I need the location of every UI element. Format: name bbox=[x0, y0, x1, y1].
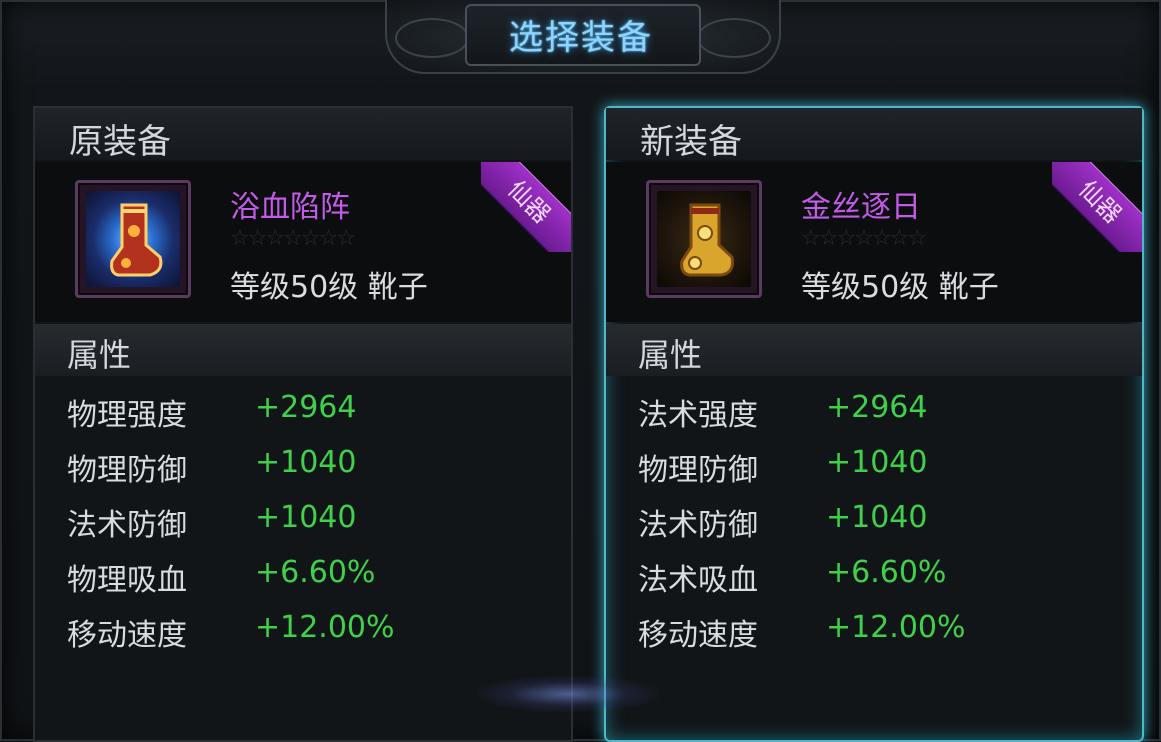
quality-ribbon: 仙器 bbox=[481, 162, 571, 252]
red-boot-icon bbox=[86, 191, 180, 287]
stat-row: 移动速度 +12.00% bbox=[35, 604, 571, 654]
stat-value: +6.60% bbox=[255, 555, 376, 590]
stat-row: 移动速度 +12.00% bbox=[606, 604, 1142, 654]
attributes-header: 属性 bbox=[606, 324, 1142, 376]
stat-row: 物理强度 +2964 bbox=[35, 384, 571, 434]
stat-name: 法术吸血 bbox=[638, 563, 758, 598]
stat-name: 法术强度 bbox=[638, 398, 758, 433]
gold-boot-icon bbox=[657, 191, 751, 287]
stat-row: 物理防御 +1040 bbox=[606, 439, 1142, 489]
star-rating: ☆☆☆☆☆☆☆ bbox=[230, 226, 356, 251]
attributes-title: 属性 bbox=[638, 336, 703, 374]
quality-ribbon: 仙器 bbox=[1052, 162, 1142, 252]
stat-value: +1040 bbox=[255, 445, 357, 480]
quality-tag: 仙器 bbox=[1052, 162, 1142, 252]
stat-name: 移动速度 bbox=[67, 618, 187, 653]
stat-row: 法术吸血 +6.60% bbox=[606, 549, 1142, 599]
stat-name: 法术防御 bbox=[638, 508, 758, 543]
stat-value: +1040 bbox=[826, 445, 928, 480]
item-level-type: 等级50级 靴子 bbox=[230, 270, 428, 305]
stat-name: 移动速度 bbox=[638, 618, 758, 653]
stat-name: 物理强度 bbox=[67, 398, 187, 433]
stat-value: +1040 bbox=[255, 500, 357, 535]
panel-title: 原装备 bbox=[69, 122, 171, 162]
star-rating: ☆☆☆☆☆☆☆ bbox=[801, 226, 927, 251]
item-name: 金丝逐日 bbox=[801, 190, 921, 225]
stat-value: +12.00% bbox=[826, 610, 966, 645]
stat-value: +2964 bbox=[826, 390, 928, 425]
quality-tag: 仙器 bbox=[481, 162, 571, 252]
attributes-title: 属性 bbox=[67, 336, 132, 374]
stat-name: 物理防御 bbox=[67, 453, 187, 488]
stat-row: 法术强度 +2964 bbox=[606, 384, 1142, 434]
stat-value: +12.00% bbox=[255, 610, 395, 645]
stat-row: 物理吸血 +6.60% bbox=[35, 549, 571, 599]
panel-header: 原装备 bbox=[35, 108, 571, 162]
stat-name: 法术防御 bbox=[67, 508, 187, 543]
attributes-header: 属性 bbox=[35, 324, 571, 376]
original-equipment-panel[interactable]: 原装备 浴血陷阵 ☆☆☆☆☆☆☆ 等级50级 靴子 仙器 属性 物理强度 +29… bbox=[33, 106, 573, 742]
item-icon-frame[interactable] bbox=[75, 180, 191, 298]
scroll-glow-indicator bbox=[478, 676, 658, 712]
stat-row: 法术防御 +1040 bbox=[606, 494, 1142, 544]
stat-name: 物理吸血 bbox=[67, 563, 187, 598]
stat-value: +6.60% bbox=[826, 555, 947, 590]
stat-value: +1040 bbox=[826, 500, 928, 535]
item-level-type: 等级50级 靴子 bbox=[801, 270, 999, 305]
stat-row: 法术防御 +1040 bbox=[35, 494, 571, 544]
new-equipment-panel[interactable]: 新装备 金丝逐日 ☆☆☆☆☆☆☆ 等级50级 靴子 仙器 属性 法术强度 +29… bbox=[604, 106, 1144, 742]
stat-row: 物理防御 +1040 bbox=[35, 439, 571, 489]
panel-title: 新装备 bbox=[640, 122, 742, 162]
stat-name: 物理防御 bbox=[638, 453, 758, 488]
dialog-title: 选择装备 bbox=[509, 18, 653, 58]
item-icon-frame[interactable] bbox=[646, 180, 762, 298]
stat-value: +2964 bbox=[255, 390, 357, 425]
panel-header: 新装备 bbox=[606, 108, 1142, 162]
item-name: 浴血陷阵 bbox=[230, 190, 350, 225]
